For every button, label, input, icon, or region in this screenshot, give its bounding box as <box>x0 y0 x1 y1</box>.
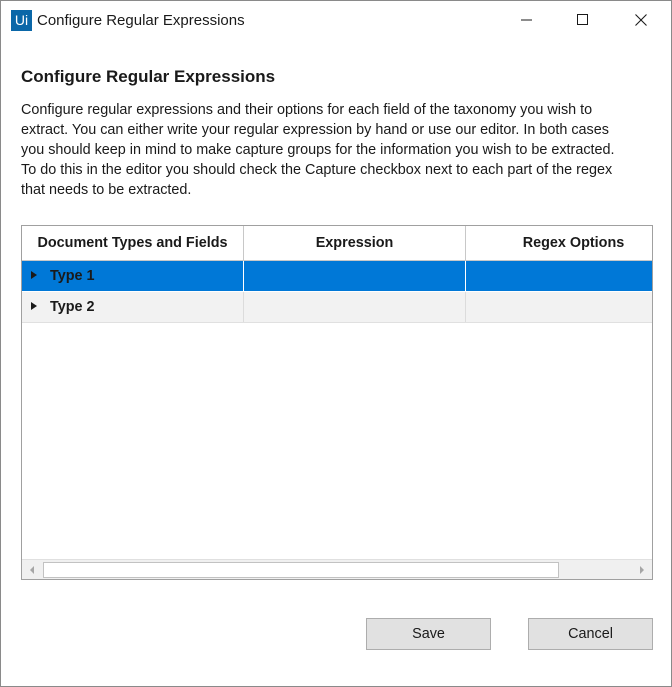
maximize-icon <box>577 14 588 25</box>
close-button[interactable] <box>618 1 664 39</box>
page-heading: Configure Regular Expressions <box>21 67 276 86</box>
document-type-cell[interactable]: Type 1 <box>22 261 244 291</box>
description-line: Configure regular expressions and their … <box>21 102 593 118</box>
column-header-expression[interactable]: Expression <box>244 226 466 260</box>
minimize-button[interactable] <box>504 1 550 39</box>
window-title: Configure Regular Expressions <box>37 12 245 29</box>
scrollbar-thumb[interactable] <box>43 562 559 578</box>
horizontal-scrollbar[interactable] <box>22 559 652 579</box>
description-line: that needs to be extracted. <box>21 182 192 198</box>
regex-options-cell[interactable] <box>466 292 652 322</box>
minimize-icon <box>521 19 532 21</box>
grid-row-type-1[interactable]: Type 1 <box>22 261 652 291</box>
document-type-cell[interactable]: Type 2 <box>22 292 244 322</box>
configure-regex-dialog: Ui Configure Regular Expressions Configu… <box>0 0 672 687</box>
column-header-regex-options[interactable]: Regex Options <box>466 226 652 260</box>
uipath-logo-icon: Ui <box>11 10 32 31</box>
maximize-button[interactable] <box>560 1 606 39</box>
title-bar[interactable]: Ui Configure Regular Expressions <box>1 1 671 39</box>
description-line: you should keep in mind to make capture … <box>21 142 615 158</box>
row-label: Type 2 <box>50 299 95 315</box>
save-button[interactable]: Save <box>366 618 491 650</box>
expression-cell[interactable] <box>244 261 466 291</box>
description-text: Configure regular expressions and their … <box>21 100 661 200</box>
description-line: To do this in the editor you should chec… <box>21 162 613 178</box>
grid-row-type-2[interactable]: Type 2 <box>22 292 652 323</box>
scroll-left-icon[interactable] <box>23 560 42 579</box>
column-header-document-types[interactable]: Document Types and Fields <box>22 226 244 260</box>
expand-arrow-icon[interactable] <box>31 271 37 279</box>
description-line: extract. You can either write your regul… <box>21 122 609 138</box>
expression-cell[interactable] <box>244 292 466 322</box>
grid-header: Document Types and Fields Expression Reg… <box>22 226 652 261</box>
expand-arrow-icon[interactable] <box>31 302 37 310</box>
regex-options-cell[interactable] <box>466 261 652 291</box>
cancel-button[interactable]: Cancel <box>528 618 653 650</box>
row-label: Type 1 <box>50 268 95 284</box>
close-icon <box>635 14 647 26</box>
scroll-right-icon[interactable] <box>632 560 651 579</box>
regex-grid: Document Types and Fields Expression Reg… <box>21 225 653 580</box>
